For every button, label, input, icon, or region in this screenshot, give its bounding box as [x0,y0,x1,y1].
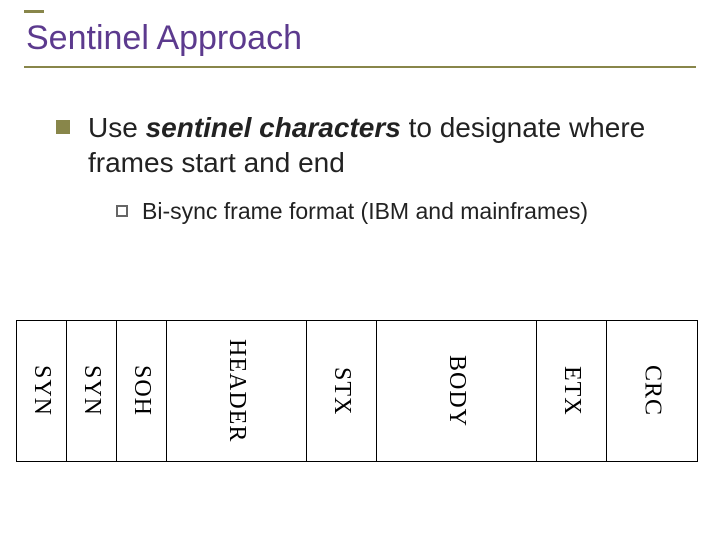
frame-cell: ETX [537,321,607,461]
frame-cell-label: BODY [443,355,470,427]
bullet-emphasis: sentinel characters [146,112,401,143]
title-accent-mark [24,10,44,13]
bullet-level-1: Use sentinel characters to designate whe… [56,110,690,180]
frame-cell: STX [307,321,377,461]
frame-cell-label: CRC [639,365,666,416]
bullet-level-2: Bi-sync frame format (IBM and mainframes… [116,198,690,225]
frame-cell-label: SYN [78,365,105,416]
frame-cell-label: STX [328,367,355,415]
hollow-bullet-icon [116,205,128,217]
title-underline [24,66,696,68]
frame-cell: HEADER [167,321,307,461]
frame-cell: CRC [607,321,697,461]
frame-cell: SOH [117,321,167,461]
square-bullet-icon [56,120,70,134]
frame-cell-label: SYN [28,365,55,416]
bullet-pre: Use [88,112,146,143]
frame-cell-label: HEADER [223,339,250,442]
frame-cell-label: ETX [558,366,585,416]
frame-format-diagram: SYN SYN SOH HEADER STX BODY ETX CRC [16,320,698,462]
sub-bullet-text: Bi-sync frame format (IBM and mainframes… [142,198,588,225]
slide-title: Sentinel Approach [24,19,696,66]
frame-cell: SYN [67,321,117,461]
slide-title-block: Sentinel Approach [24,10,696,68]
content-area: Use sentinel characters to designate whe… [56,110,690,225]
frame-cell-label: SOH [128,365,155,416]
bullet-text: Use sentinel characters to designate whe… [88,110,690,180]
frame-cell: SYN [17,321,67,461]
frame-cell: BODY [377,321,537,461]
